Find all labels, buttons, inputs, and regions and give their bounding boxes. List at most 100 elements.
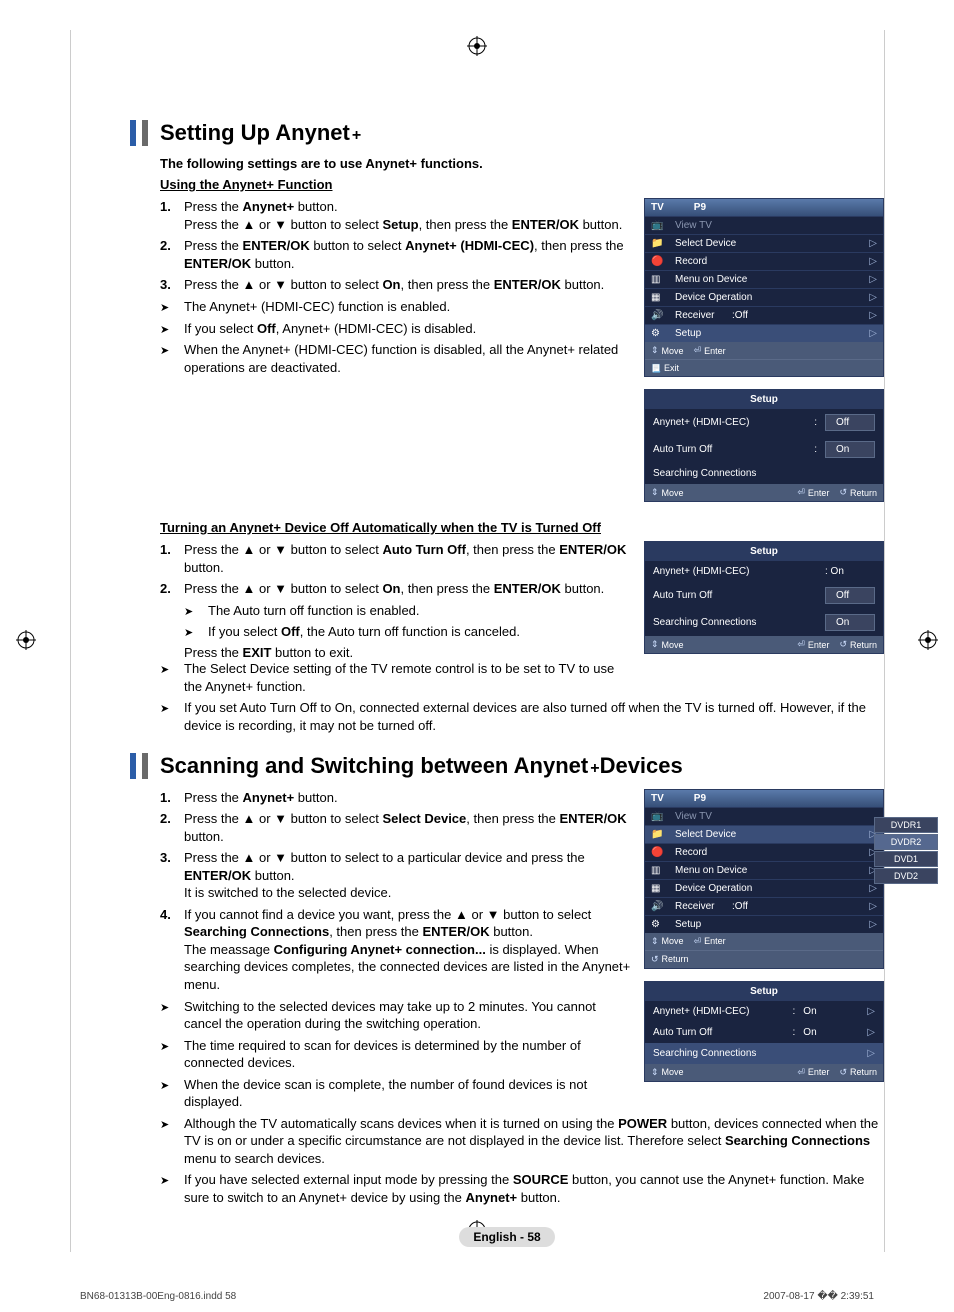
osd-row-view-tv: 📺View TV: [645, 807, 883, 825]
arrow-icon: [160, 1115, 184, 1168]
note-text: The Auto turn off function is enabled.: [208, 602, 420, 620]
arrow-icon: [160, 1171, 184, 1206]
page-footer: English - 58: [130, 1227, 884, 1247]
enter-icon: [694, 345, 702, 356]
enter-icon: [797, 487, 805, 498]
gear-icon: ⚙: [651, 328, 669, 339]
chevron-right-icon: [869, 256, 877, 267]
note-text: The Anynet+ (HDMI-CEC) function is enabl…: [184, 298, 450, 316]
exit-icon: [651, 363, 661, 373]
osd-setup-panel: Setup Anynet+ (HDMI-CEC):Off Auto Turn O…: [644, 389, 884, 502]
return-icon: [839, 1067, 847, 1078]
section-title: Setting Up Anynet+: [130, 120, 884, 146]
tv-icon: 📺: [651, 811, 669, 822]
chevron-right-icon: [869, 901, 877, 912]
osd-anynet-menu: TVP9 📺View TV 📁Select Device 🔴Record ▥Me…: [644, 789, 884, 969]
osd-pair-autooff: Auto Turn Off:On: [645, 1022, 883, 1043]
osd-pair-anynet: Anynet+ (HDMI-CEC):On: [645, 1001, 883, 1022]
updown-icon: [651, 639, 659, 650]
receiver-icon: 🔊: [651, 310, 669, 321]
arrow-icon: [184, 623, 208, 641]
osd-row-setup: ⚙Setup: [645, 915, 883, 933]
menu-icon: ▥: [651, 274, 669, 285]
heading-text: Scanning and Switching between Anynet: [160, 753, 588, 779]
subheading: Using the Anynet+ Function: [160, 177, 884, 192]
arrow-icon: [160, 341, 184, 376]
step-text: Press the Anynet+ button.: [184, 789, 338, 807]
osd-row-device-op: ▦Device Operation: [645, 879, 883, 897]
heading-plus: +: [590, 760, 599, 778]
operation-icon: ▦: [651, 883, 669, 894]
enter-icon: [797, 639, 805, 650]
step-text: Press the Anynet+ button.Press the ▲ or …: [184, 198, 622, 233]
arrow-icon: [160, 320, 184, 338]
step-text: Press the ▲ or ▼ button to select to a p…: [184, 849, 632, 902]
note-text: Although the TV automatically scans devi…: [184, 1115, 884, 1168]
arrow-icon: [160, 699, 184, 734]
osd-row-receiver: 🔊Receiver :Off: [645, 306, 883, 324]
note-text: The time required to scan for devices is…: [184, 1037, 632, 1072]
tv-icon: 📺: [651, 220, 669, 231]
section-title: Scanning and Switching between Anynet+ D…: [130, 753, 884, 779]
note-text: If you set Auto Turn Off to On, connecte…: [184, 699, 884, 734]
record-icon: 🔴: [651, 847, 669, 858]
device-icon: 📁: [651, 829, 669, 840]
osd-row-view-tv: 📺View TV: [645, 216, 883, 234]
note-text: Switching to the selected devices may ta…: [184, 998, 632, 1033]
osd-device-list: DVDR1 DVDR2 DVD1 DVD2: [874, 817, 938, 885]
arrow-icon: [184, 602, 208, 620]
chevron-right-icon: [869, 238, 877, 249]
return-icon: [839, 639, 847, 650]
device-icon: 📁: [651, 238, 669, 249]
record-icon: 🔴: [651, 256, 669, 267]
chevron-right-icon: [867, 1027, 875, 1038]
osd-pair-autooff: Auto Turn Off:On: [645, 436, 883, 463]
osd-row-select-device: 📁Select Device: [645, 825, 883, 843]
updown-icon: [651, 487, 659, 498]
doc-footer: BN68-01313B-00Eng-0816.indd 58 2007-08-1…: [0, 1287, 954, 1312]
chevron-right-icon: [869, 292, 877, 303]
enter-icon: [694, 936, 702, 947]
note-text: The Select Device setting of the TV remo…: [184, 660, 632, 695]
osd-pair-searching: Searching Connections: [645, 463, 883, 484]
arrow-icon: [160, 1076, 184, 1111]
note-text: If you select Off, the Auto turn off fun…: [208, 623, 520, 641]
receiver-icon: 🔊: [651, 901, 669, 912]
osd-row-record: 🔴Record: [645, 252, 883, 270]
heading-plus: +: [352, 127, 361, 145]
osd-pair-anynet: Anynet+ (HDMI-CEC):Off: [645, 409, 883, 436]
chevron-right-icon: [869, 310, 877, 321]
osd-row-setup: ⚙Setup: [645, 324, 883, 342]
osd-pair-anynet: Anynet+ (HDMI-CEC): On: [645, 561, 883, 582]
osd-pair-searching: Searching ConnectionsOn: [645, 609, 883, 636]
chevron-right-icon: [867, 1048, 875, 1059]
return-icon: [651, 954, 659, 965]
note-text: If you select Off, Anynet+ (HDMI-CEC) is…: [184, 320, 476, 338]
intro-text: The following settings are to use Anynet…: [160, 156, 884, 171]
updown-icon: [651, 936, 659, 947]
arrow-icon: [160, 660, 184, 695]
note-text: When the device scan is complete, the nu…: [184, 1076, 632, 1111]
osd-anynet-menu: TVP9 📺View TV 📁Select Device 🔴Record ▥Me…: [644, 198, 884, 377]
step-text: Press the ▲ or ▼ button to select On, th…: [184, 276, 604, 294]
chevron-right-icon: [867, 1006, 875, 1017]
subheading: Turning an Anynet+ Device Off Automatica…: [160, 520, 884, 535]
chevron-right-icon: [869, 274, 877, 285]
osd-setup-panel: Setup Anynet+ (HDMI-CEC):On Auto Turn Of…: [644, 981, 884, 1082]
step-text: Press the ▲ or ▼ button to select Select…: [184, 810, 632, 845]
step-text: Press the ▲ or ▼ button to select Auto T…: [184, 541, 632, 576]
osd-setup-panel: Setup Anynet+ (HDMI-CEC): On Auto Turn O…: [644, 541, 884, 654]
note-text: When the Anynet+ (HDMI-CEC) function is …: [184, 341, 632, 376]
osd-row-menu-device: ▥Menu on Device: [645, 270, 883, 288]
heading-text: Devices: [600, 753, 683, 779]
note-text: If you have selected external input mode…: [184, 1171, 884, 1206]
chevron-right-icon: [869, 328, 877, 339]
step-text: If you cannot find a device you want, pr…: [184, 906, 632, 994]
note-text: Press the EXIT button to exit.: [160, 645, 632, 660]
osd-pair-autooff: Auto Turn OffOff: [645, 582, 883, 609]
step-text: Press the ENTER/OK button to select Anyn…: [184, 237, 632, 272]
menu-icon: ▥: [651, 865, 669, 876]
osd-pair-searching: Searching Connections: [645, 1043, 883, 1064]
arrow-icon: [160, 298, 184, 316]
arrow-icon: [160, 1037, 184, 1072]
